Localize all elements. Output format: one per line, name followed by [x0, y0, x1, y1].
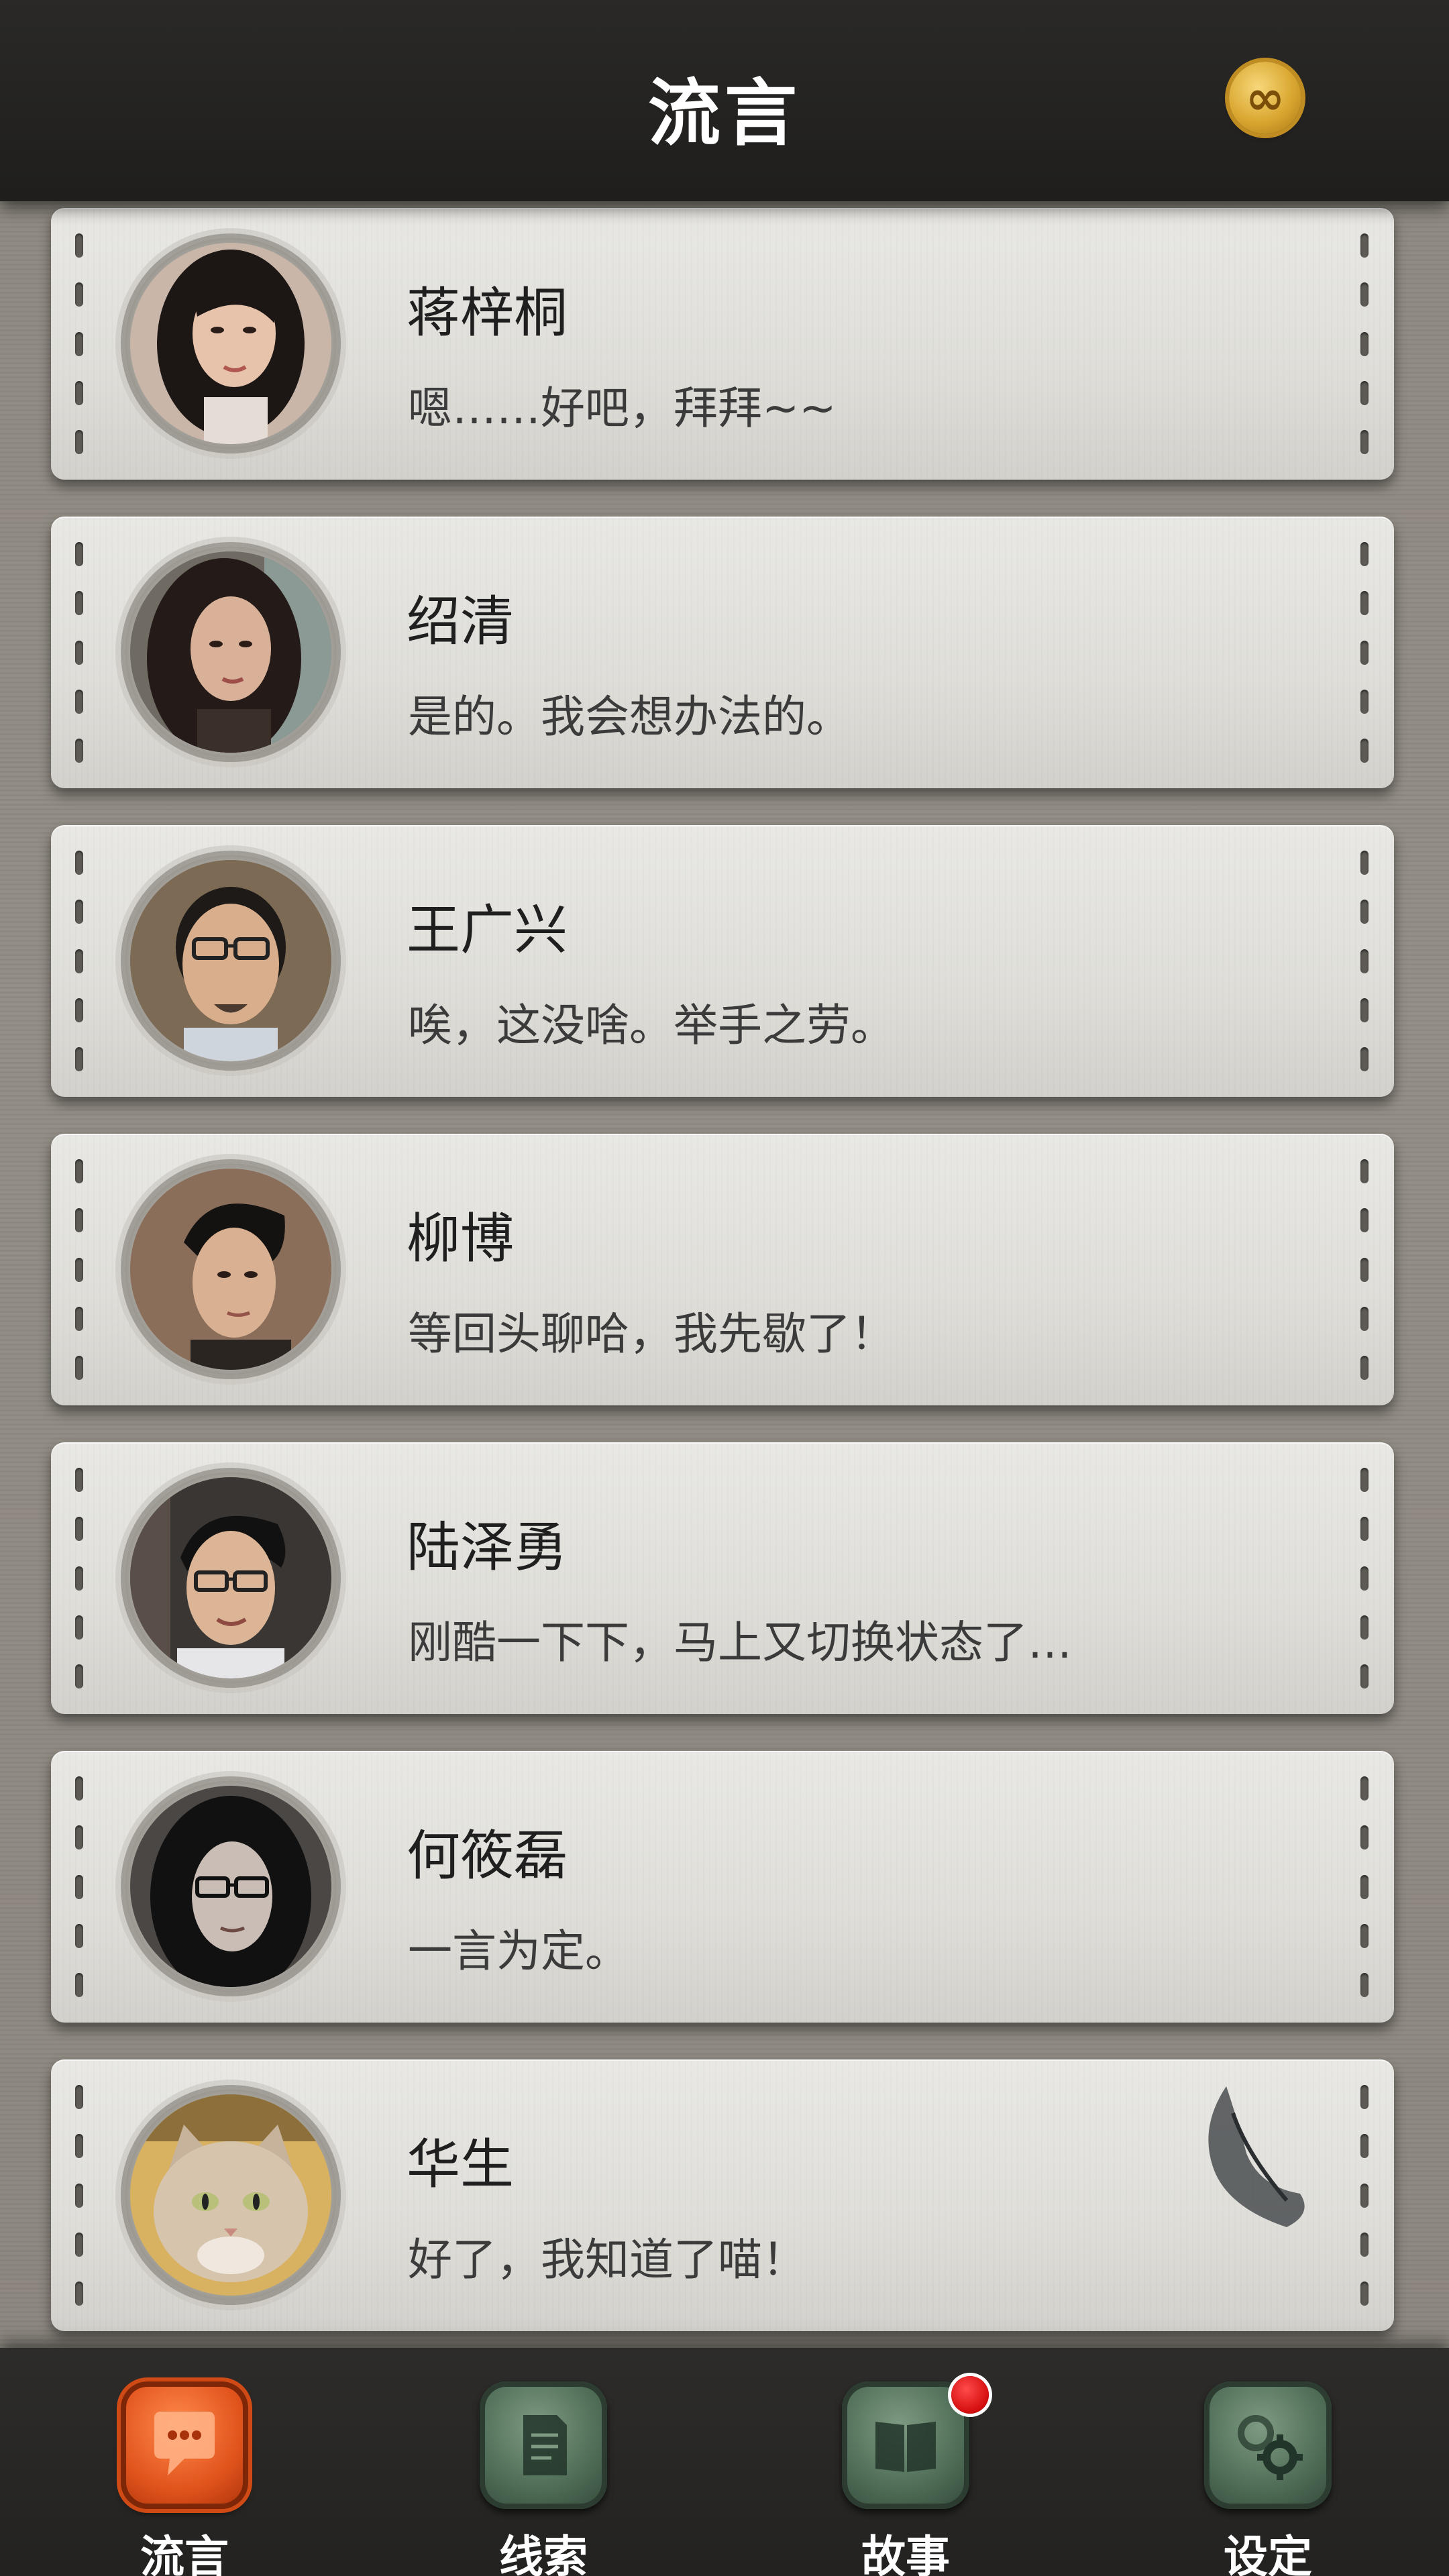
chat-bubble-icon [121, 2381, 248, 2509]
tab-label: 设定 [1224, 2530, 1312, 2576]
card-perforation-right [1360, 542, 1370, 763]
card-perforation-left [75, 1776, 85, 1997]
app-root: 流言 ∞ 蒋梓桐 嗯……好吧，拜拜~~ 绍清 是的。我会想办法的。 王广兴 唉，… [0, 0, 1449, 2576]
conversation-card[interactable]: 柳博 等回头聊哈，我先歇了！ [51, 1134, 1394, 1405]
document-icon [480, 2381, 607, 2509]
avatar-frame [125, 546, 337, 758]
bottom-tab-bar: 流言 线索 故事 设定 [0, 2348, 1449, 2576]
contact-name: 柳博 [407, 1208, 514, 1270]
avatar-frame [125, 1163, 337, 1375]
conversation-card[interactable]: 何筱磊 一言为定。 [51, 1751, 1394, 2023]
conversation-card[interactable]: 陆泽勇 刚酷一下下，马上又切换状态了… [51, 1442, 1394, 1714]
contact-name: 绍清 [407, 590, 514, 653]
card-perforation-left [75, 2085, 85, 2306]
avatar-frame [125, 1780, 337, 1992]
last-message: 嗯……好吧，拜拜~~ [408, 382, 837, 434]
card-perforation-right [1360, 1468, 1370, 1688]
book-icon [842, 2381, 969, 2509]
card-perforation-right [1360, 233, 1370, 454]
contact-name: 陆泽勇 [407, 1516, 568, 1578]
contact-name: 王广兴 [407, 899, 568, 961]
tab-label: 线索 [499, 2530, 588, 2576]
card-perforation-right [1360, 2085, 1370, 2306]
quill-pen-icon [1208, 2086, 1305, 2227]
avatar-frame [125, 237, 337, 449]
card-perforation-right [1360, 851, 1370, 1071]
gear-icon [1204, 2381, 1332, 2509]
contact-name: 蒋梓桐 [407, 282, 568, 344]
avatar [130, 1786, 331, 1987]
top-bar: 流言 ∞ [0, 0, 1449, 201]
coin-symbol: ∞ [1245, 70, 1285, 125]
avatar [130, 2094, 331, 2296]
tab-settings[interactable]: 设定 [1167, 2348, 1368, 2576]
tab-stories[interactable]: 故事 [805, 2348, 1006, 2576]
avatar [130, 243, 331, 444]
card-perforation-left [75, 233, 85, 454]
card-perforation-right [1360, 1159, 1370, 1380]
tab-rumors[interactable]: 流言 [84, 2348, 285, 2576]
last-message: 刚酷一下下，马上又切换状态了… [408, 1617, 1072, 1668]
card-perforation-left [75, 1468, 85, 1688]
last-message: 一言为定。 [408, 1925, 629, 1977]
avatar [130, 860, 331, 1061]
last-message: 是的。我会想办法的。 [408, 691, 851, 743]
tab-label: 故事 [861, 2530, 950, 2576]
avatar-frame [125, 855, 337, 1067]
last-message: 唉，这没啥。举手之劳。 [408, 1000, 895, 1051]
conversation-list: 蒋梓桐 嗯……好吧，拜拜~~ 绍清 是的。我会想办法的。 王广兴 唉，这没啥。举… [0, 201, 1449, 2348]
infinity-coin-icon[interactable]: ∞ [1229, 62, 1301, 134]
card-perforation-right [1360, 1776, 1370, 1997]
tab-label: 流言 [140, 2530, 229, 2576]
contact-name: 何筱磊 [407, 1825, 568, 1887]
avatar-frame [125, 1472, 337, 1684]
last-message: 好了，我知道了喵！ [408, 2234, 806, 2286]
last-message: 等回头聊哈，我先歇了！ [408, 1308, 895, 1360]
tab-clues[interactable]: 线索 [443, 2348, 644, 2576]
conversation-card[interactable]: 王广兴 唉，这没啥。举手之劳。 [51, 825, 1394, 1097]
avatar-frame [125, 2089, 337, 2301]
avatar [130, 551, 331, 753]
conversation-card[interactable]: 绍清 是的。我会想办法的。 [51, 517, 1394, 788]
avatar [130, 1477, 331, 1678]
card-perforation-left [75, 1159, 85, 1380]
notification-badge [951, 2376, 989, 2414]
conversation-card[interactable]: 蒋梓桐 嗯……好吧，拜拜~~ [51, 208, 1394, 480]
card-perforation-left [75, 542, 85, 763]
avatar [130, 1169, 331, 1370]
conversation-card[interactable]: 华生 好了，我知道了喵！ [51, 2059, 1394, 2331]
contact-name: 华生 [407, 2133, 514, 2196]
card-perforation-left [75, 851, 85, 1071]
